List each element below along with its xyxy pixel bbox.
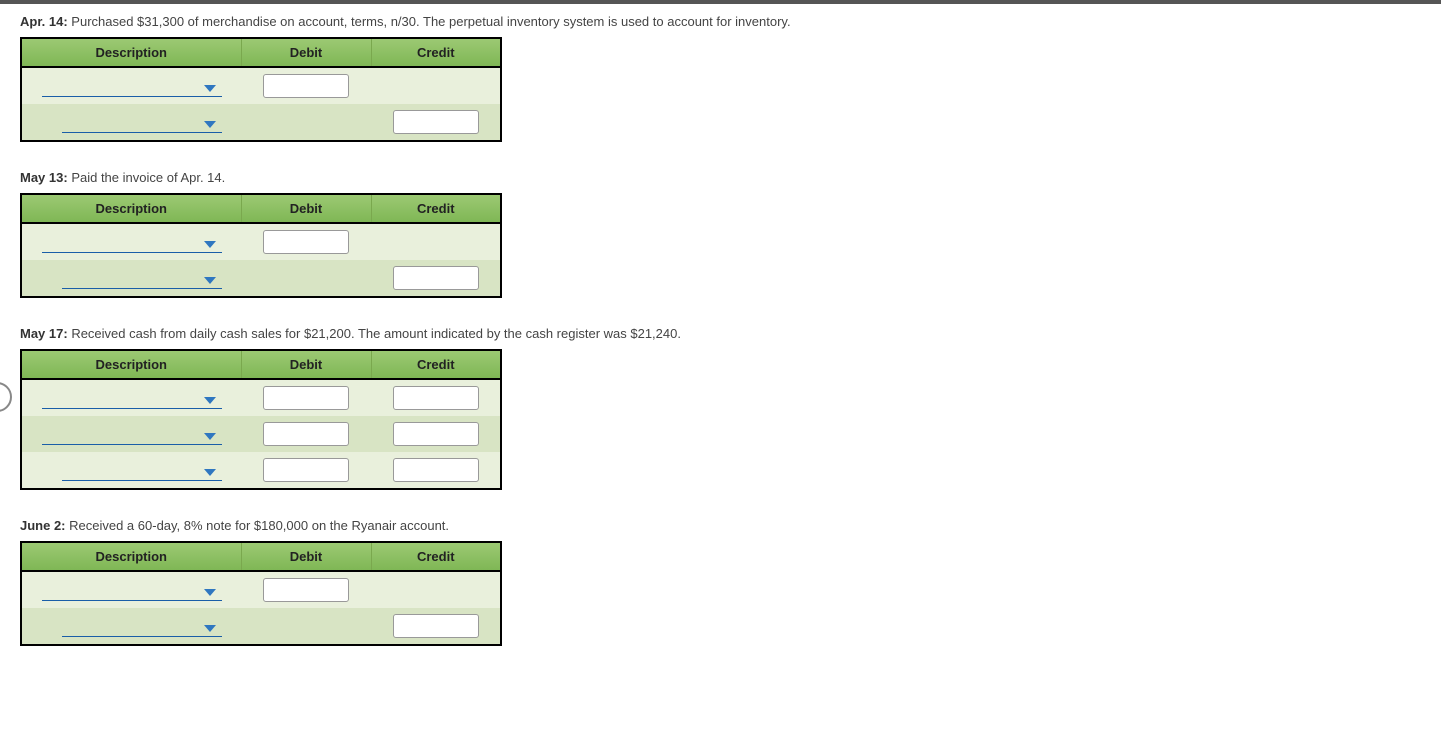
col-header-debit: Debit (241, 194, 371, 223)
transaction-prompt: May 17: Received cash from daily cash sa… (20, 326, 1421, 341)
table-row (21, 260, 501, 297)
chevron-down-icon (204, 469, 216, 476)
desc-cell (21, 104, 241, 141)
journal-section: May 17: Received cash from daily cash sa… (20, 326, 1421, 490)
credit-cell (371, 379, 501, 416)
col-header-credit: Credit (371, 38, 501, 67)
credit-input[interactable] (393, 110, 479, 134)
credit-input[interactable] (393, 422, 479, 446)
transaction-text: Paid the invoice of Apr. 14. (68, 170, 226, 185)
transaction-text: Received a 60-day, 8% note for $180,000 … (66, 518, 450, 533)
account-dropdown[interactable] (42, 75, 222, 97)
date-label: May 17: (20, 326, 68, 341)
date-label: June 2: (20, 518, 66, 533)
account-dropdown[interactable] (62, 615, 222, 637)
debit-cell (241, 452, 371, 489)
chevron-down-icon (204, 121, 216, 128)
table-row (21, 571, 501, 608)
col-header-credit: Credit (371, 350, 501, 379)
credit-input[interactable] (393, 386, 479, 410)
table-row (21, 104, 501, 141)
credit-cell (371, 608, 501, 645)
account-dropdown[interactable] (42, 387, 222, 409)
debit-input[interactable] (263, 578, 349, 602)
journal-section: June 2: Received a 60-day, 8% note for $… (20, 518, 1421, 646)
debit-cell (241, 608, 371, 645)
debit-cell (241, 104, 371, 141)
journal-table: DescriptionDebitCredit (20, 349, 502, 490)
journal-table: DescriptionDebitCredit (20, 37, 502, 142)
chevron-down-icon (204, 277, 216, 284)
desc-cell (21, 452, 241, 489)
col-header-description: Description (21, 194, 241, 223)
transaction-text: Purchased $31,300 of merchandise on acco… (68, 14, 791, 29)
debit-cell (241, 379, 371, 416)
account-dropdown[interactable] (62, 111, 222, 133)
col-header-credit: Credit (371, 542, 501, 571)
journal-section: Apr. 14: Purchased $31,300 of merchandis… (20, 14, 1421, 142)
transaction-prompt: Apr. 14: Purchased $31,300 of merchandis… (20, 14, 1421, 29)
debit-input[interactable] (263, 230, 349, 254)
table-row (21, 379, 501, 416)
date-label: Apr. 14: (20, 14, 68, 29)
desc-cell (21, 571, 241, 608)
debit-input[interactable] (263, 386, 349, 410)
desc-cell (21, 67, 241, 104)
debit-input[interactable] (263, 422, 349, 446)
account-dropdown[interactable] (42, 231, 222, 253)
col-header-description: Description (21, 350, 241, 379)
journal-table: DescriptionDebitCredit (20, 541, 502, 646)
date-label: May 13: (20, 170, 68, 185)
chevron-down-icon (204, 625, 216, 632)
col-header-credit: Credit (371, 194, 501, 223)
credit-cell (371, 571, 501, 608)
chevron-down-icon (204, 397, 216, 404)
debit-input[interactable] (263, 458, 349, 482)
transaction-prompt: May 13: Paid the invoice of Apr. 14. (20, 170, 1421, 185)
debit-cell (241, 67, 371, 104)
debit-cell (241, 571, 371, 608)
credit-cell (371, 104, 501, 141)
debit-cell (241, 260, 371, 297)
account-dropdown[interactable] (42, 423, 222, 445)
account-dropdown[interactable] (62, 267, 222, 289)
credit-cell (371, 452, 501, 489)
debit-cell (241, 223, 371, 260)
transaction-prompt: June 2: Received a 60-day, 8% note for $… (20, 518, 1421, 533)
table-row (21, 67, 501, 104)
col-header-description: Description (21, 542, 241, 571)
credit-cell (371, 223, 501, 260)
chevron-down-icon (204, 433, 216, 440)
desc-cell (21, 416, 241, 452)
account-dropdown[interactable] (62, 459, 222, 481)
credit-input[interactable] (393, 458, 479, 482)
account-dropdown[interactable] (42, 579, 222, 601)
table-row (21, 608, 501, 645)
debit-input[interactable] (263, 74, 349, 98)
credit-cell (371, 67, 501, 104)
credit-cell (371, 260, 501, 297)
table-row (21, 416, 501, 452)
desc-cell (21, 379, 241, 416)
col-header-description: Description (21, 38, 241, 67)
col-header-debit: Debit (241, 350, 371, 379)
debit-cell (241, 416, 371, 452)
chevron-down-icon (204, 85, 216, 92)
page-content: Apr. 14: Purchased $31,300 of merchandis… (0, 4, 1441, 694)
col-header-debit: Debit (241, 38, 371, 67)
table-row (21, 452, 501, 489)
credit-input[interactable] (393, 266, 479, 290)
desc-cell (21, 223, 241, 260)
col-header-debit: Debit (241, 542, 371, 571)
chevron-down-icon (204, 241, 216, 248)
table-row (21, 223, 501, 260)
journal-table: DescriptionDebitCredit (20, 193, 502, 298)
credit-input[interactable] (393, 614, 479, 638)
credit-cell (371, 416, 501, 452)
desc-cell (21, 608, 241, 645)
transaction-text: Received cash from daily cash sales for … (68, 326, 681, 341)
journal-section: May 13: Paid the invoice of Apr. 14. Desc… (20, 170, 1421, 298)
desc-cell (21, 260, 241, 297)
chevron-down-icon (204, 589, 216, 596)
